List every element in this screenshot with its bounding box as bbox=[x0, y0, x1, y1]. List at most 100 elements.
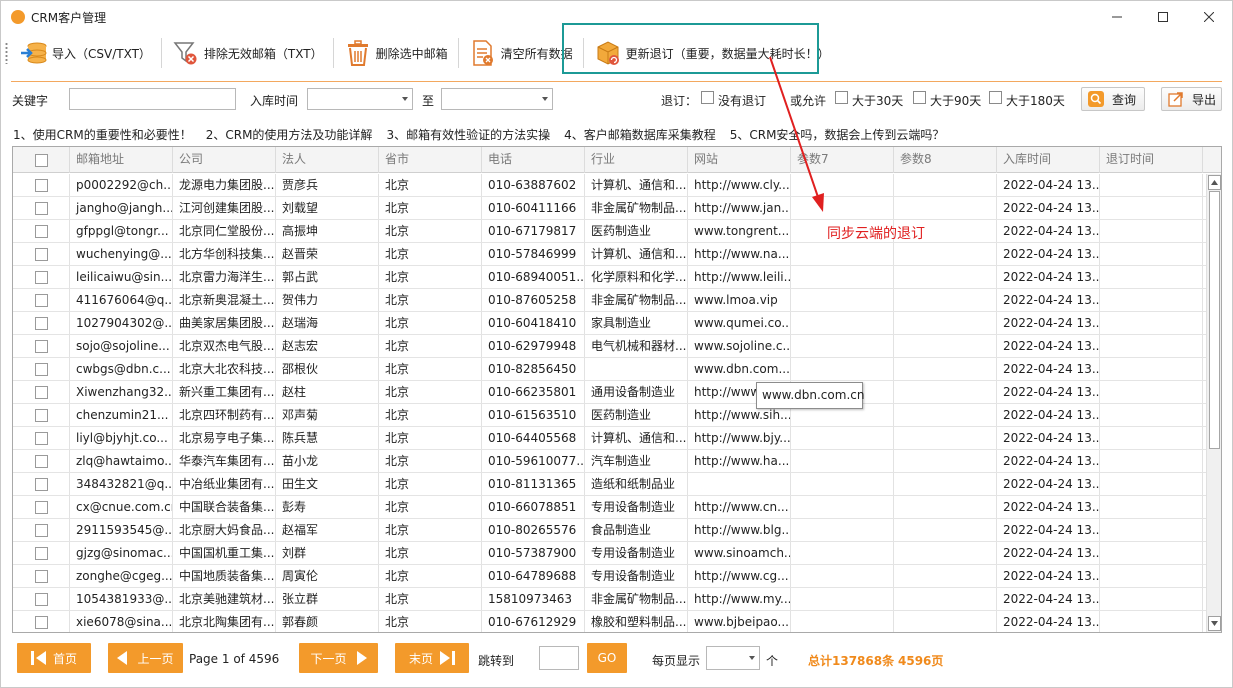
table-cell[interactable]: 2022-04-24 13... bbox=[997, 358, 1100, 380]
table-cell[interactable]: Xiwenzhang32... bbox=[70, 381, 173, 403]
table-row[interactable]: leilicaiwu@sin... 北京雷力海洋生... 郭占武 北京 010-6894… bbox=[13, 266, 1208, 289]
table-cell[interactable]: 北京易亨电子集... bbox=[173, 427, 276, 449]
table-row[interactable]: chenzumin21... 北京四环制药有... 邓声菊 北京 010-6156351… bbox=[13, 404, 1208, 427]
table-cell[interactable]: 010-81131365 bbox=[482, 473, 585, 495]
table-row[interactable]: p0002292@ch... 龙源电力集团股... 贾彦兵 北京 010-6388760… bbox=[13, 174, 1208, 197]
table-cell[interactable]: 2911593545@... bbox=[70, 519, 173, 541]
toolbar-grip[interactable] bbox=[5, 42, 8, 64]
table-cell[interactable] bbox=[894, 312, 997, 334]
table-cell[interactable]: 010-64789688 bbox=[482, 565, 585, 587]
table-row[interactable]: 348432821@q... 中冶纸业集团有... 田生文 北京 010-8113136… bbox=[13, 473, 1208, 496]
table-cell[interactable]: 中冶纸业集团有... bbox=[173, 473, 276, 495]
table-cell[interactable]: 赵晋荣 bbox=[276, 243, 379, 265]
vertical-scrollbar[interactable] bbox=[1206, 174, 1221, 632]
table-cell[interactable] bbox=[1100, 496, 1203, 518]
table-cell[interactable]: http://www.cn... bbox=[688, 496, 791, 518]
table-cell[interactable]: 2022-04-24 13... bbox=[997, 565, 1100, 587]
table-cell[interactable]: 中国国机重工集... bbox=[173, 542, 276, 564]
table-cell[interactable]: 010-64405568 bbox=[482, 427, 585, 449]
help-link[interactable]: 3、邮箱有效性验证的方法实操 bbox=[386, 126, 550, 143]
table-cell[interactable] bbox=[1100, 565, 1203, 587]
jump-page-input[interactable] bbox=[539, 646, 579, 670]
help-link[interactable]: 5、CRM安全吗，数据会上传到云端吗？ bbox=[730, 126, 945, 143]
column-header[interactable]: 邮箱地址 bbox=[70, 147, 173, 173]
table-cell[interactable]: 15810973463 bbox=[482, 588, 585, 610]
column-header[interactable]: 行业 bbox=[585, 147, 688, 173]
table-cell[interactable]: 医药制造业 bbox=[585, 404, 688, 426]
table-cell[interactable]: 非金属矿物制品... bbox=[585, 289, 688, 311]
table-cell[interactable] bbox=[791, 358, 894, 380]
table-cell[interactable]: 010-87605258 bbox=[482, 289, 585, 311]
table-cell[interactable]: 北京 bbox=[379, 266, 482, 288]
table-cell[interactable]: 2022-04-24 13... bbox=[997, 174, 1100, 196]
maximize-button[interactable] bbox=[1140, 1, 1186, 33]
table-cell[interactable]: 赵福军 bbox=[276, 519, 379, 541]
table-cell[interactable]: 北京同仁堂股份... bbox=[173, 220, 276, 242]
table-cell[interactable] bbox=[894, 404, 997, 426]
column-header[interactable]: 参数8 bbox=[894, 147, 997, 173]
table-cell[interactable]: 2022-04-24 13... bbox=[997, 197, 1100, 219]
table-cell[interactable]: 北京 bbox=[379, 335, 482, 357]
table-cell[interactable]: 北京 bbox=[379, 289, 482, 311]
table-cell[interactable]: www.bjbeipao.... bbox=[688, 611, 791, 632]
per-page-select[interactable] bbox=[706, 646, 760, 670]
table-cell[interactable]: 北京 bbox=[379, 588, 482, 610]
table-cell[interactable]: zlq@hawtaimo... bbox=[70, 450, 173, 472]
table-cell[interactable]: gfppgl@tongr... bbox=[70, 220, 173, 242]
table-cell[interactable]: 2022-04-24 13... bbox=[997, 404, 1100, 426]
table-cell[interactable]: 010-67179817 bbox=[482, 220, 585, 242]
table-cell[interactable]: 苗小龙 bbox=[276, 450, 379, 472]
table-cell[interactable] bbox=[791, 197, 894, 219]
table-cell[interactable] bbox=[1100, 358, 1203, 380]
table-cell[interactable]: 2022-04-24 13... bbox=[997, 335, 1100, 357]
table-cell[interactable]: 贾彦兵 bbox=[276, 174, 379, 196]
table-cell[interactable] bbox=[1100, 381, 1203, 403]
table-cell[interactable]: 北京美驰建筑材... bbox=[173, 588, 276, 610]
table-cell[interactable]: 刘载望 bbox=[276, 197, 379, 219]
table-cell[interactable] bbox=[791, 243, 894, 265]
table-cell[interactable] bbox=[791, 611, 894, 632]
query-button[interactable]: 查询 bbox=[1081, 87, 1145, 111]
scrollbar-thumb[interactable] bbox=[1209, 191, 1220, 449]
table-cell[interactable]: 邵根伙 bbox=[276, 358, 379, 380]
table-cell[interactable]: 010-59610077... bbox=[482, 450, 585, 472]
table-cell[interactable]: 2022-04-24 13... bbox=[997, 473, 1100, 495]
minimize-button[interactable] bbox=[1094, 1, 1140, 33]
row-checkbox[interactable] bbox=[34, 293, 48, 307]
table-cell[interactable] bbox=[1100, 220, 1203, 242]
help-link[interactable]: 4、客户邮箱数据库采集教程 bbox=[564, 126, 716, 143]
delete-selected-button[interactable]: 删除选中邮箱 bbox=[338, 35, 454, 71]
exclude-invalid-button[interactable]: 排除无效邮箱（TXT） bbox=[166, 35, 329, 71]
table-cell[interactable] bbox=[894, 381, 997, 403]
table-cell[interactable]: 张立群 bbox=[276, 588, 379, 610]
row-checkbox[interactable] bbox=[34, 270, 48, 284]
table-cell[interactable] bbox=[1100, 450, 1203, 472]
table-cell[interactable]: 010-57846999 bbox=[482, 243, 585, 265]
table-cell[interactable]: 北京雷力海洋生... bbox=[173, 266, 276, 288]
table-row[interactable]: 1027904302@... 曲美家居集团股... 赵瑞海 北京 010-6041841… bbox=[13, 312, 1208, 335]
table-cell[interactable]: 北京 bbox=[379, 473, 482, 495]
table-cell[interactable]: leilicaiwu@sin... bbox=[70, 266, 173, 288]
table-cell[interactable]: 专用设备制造业 bbox=[585, 496, 688, 518]
select-all-checkbox[interactable] bbox=[34, 153, 48, 167]
table-cell[interactable]: 北京厨大妈食品... bbox=[173, 519, 276, 541]
row-checkbox[interactable] bbox=[34, 431, 48, 445]
table-cell[interactable]: 家具制造业 bbox=[585, 312, 688, 334]
table-cell[interactable]: 龙源电力集团股... bbox=[173, 174, 276, 196]
table-cell[interactable] bbox=[894, 427, 997, 449]
table-cell[interactable]: http://www.jan... bbox=[688, 197, 791, 219]
table-row[interactable]: cwbgs@dbn.c... 北京大北农科技... 邵根伙 北京 010-8285645… bbox=[13, 358, 1208, 381]
table-cell[interactable] bbox=[791, 266, 894, 288]
table-cell[interactable]: 北京双杰电气股... bbox=[173, 335, 276, 357]
table-cell[interactable]: 北京 bbox=[379, 611, 482, 632]
table-cell[interactable]: 邓声菊 bbox=[276, 404, 379, 426]
table-cell[interactable]: 北京 bbox=[379, 565, 482, 587]
table-cell[interactable]: wuchenying@... bbox=[70, 243, 173, 265]
table-cell[interactable]: 彭寿 bbox=[276, 496, 379, 518]
row-checkbox[interactable] bbox=[34, 546, 48, 560]
row-checkbox[interactable] bbox=[34, 224, 48, 238]
table-cell[interactable]: 2022-04-24 13... bbox=[997, 450, 1100, 472]
row-checkbox[interactable] bbox=[34, 592, 48, 606]
table-cell[interactable]: 北京 bbox=[379, 496, 482, 518]
over-30-days-checkbox[interactable] bbox=[835, 91, 848, 104]
